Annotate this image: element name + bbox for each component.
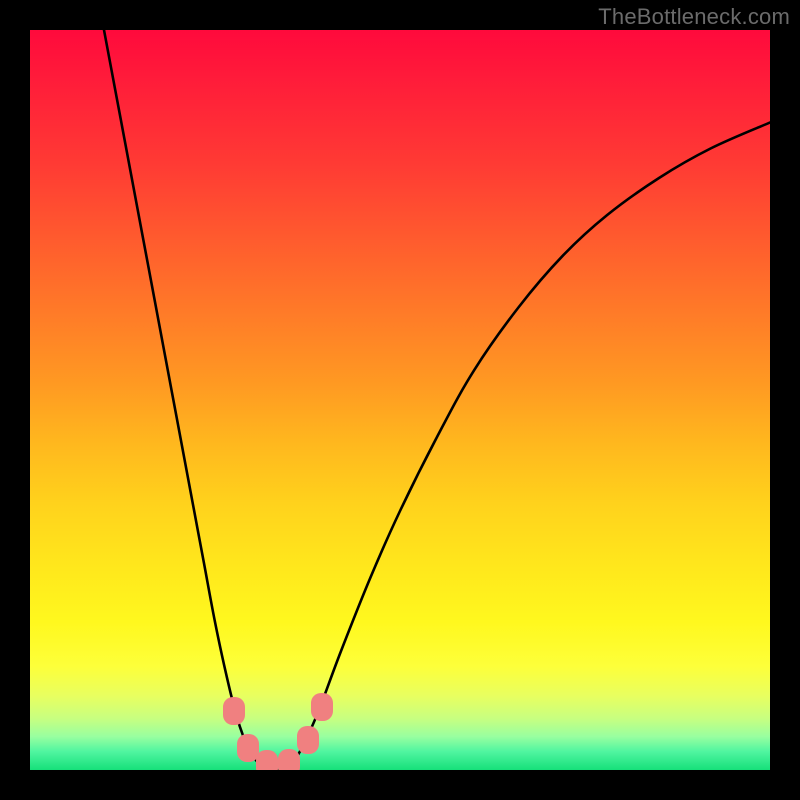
curve-marker <box>278 749 300 770</box>
curve-marker <box>311 693 333 721</box>
chart-frame: TheBottleneck.com <box>0 0 800 800</box>
curve-markers <box>30 30 770 770</box>
curve-marker <box>223 697 245 725</box>
plot-area <box>30 30 770 770</box>
curve-marker <box>297 726 319 754</box>
attribution-text: TheBottleneck.com <box>598 4 790 30</box>
curve-marker <box>256 750 278 770</box>
